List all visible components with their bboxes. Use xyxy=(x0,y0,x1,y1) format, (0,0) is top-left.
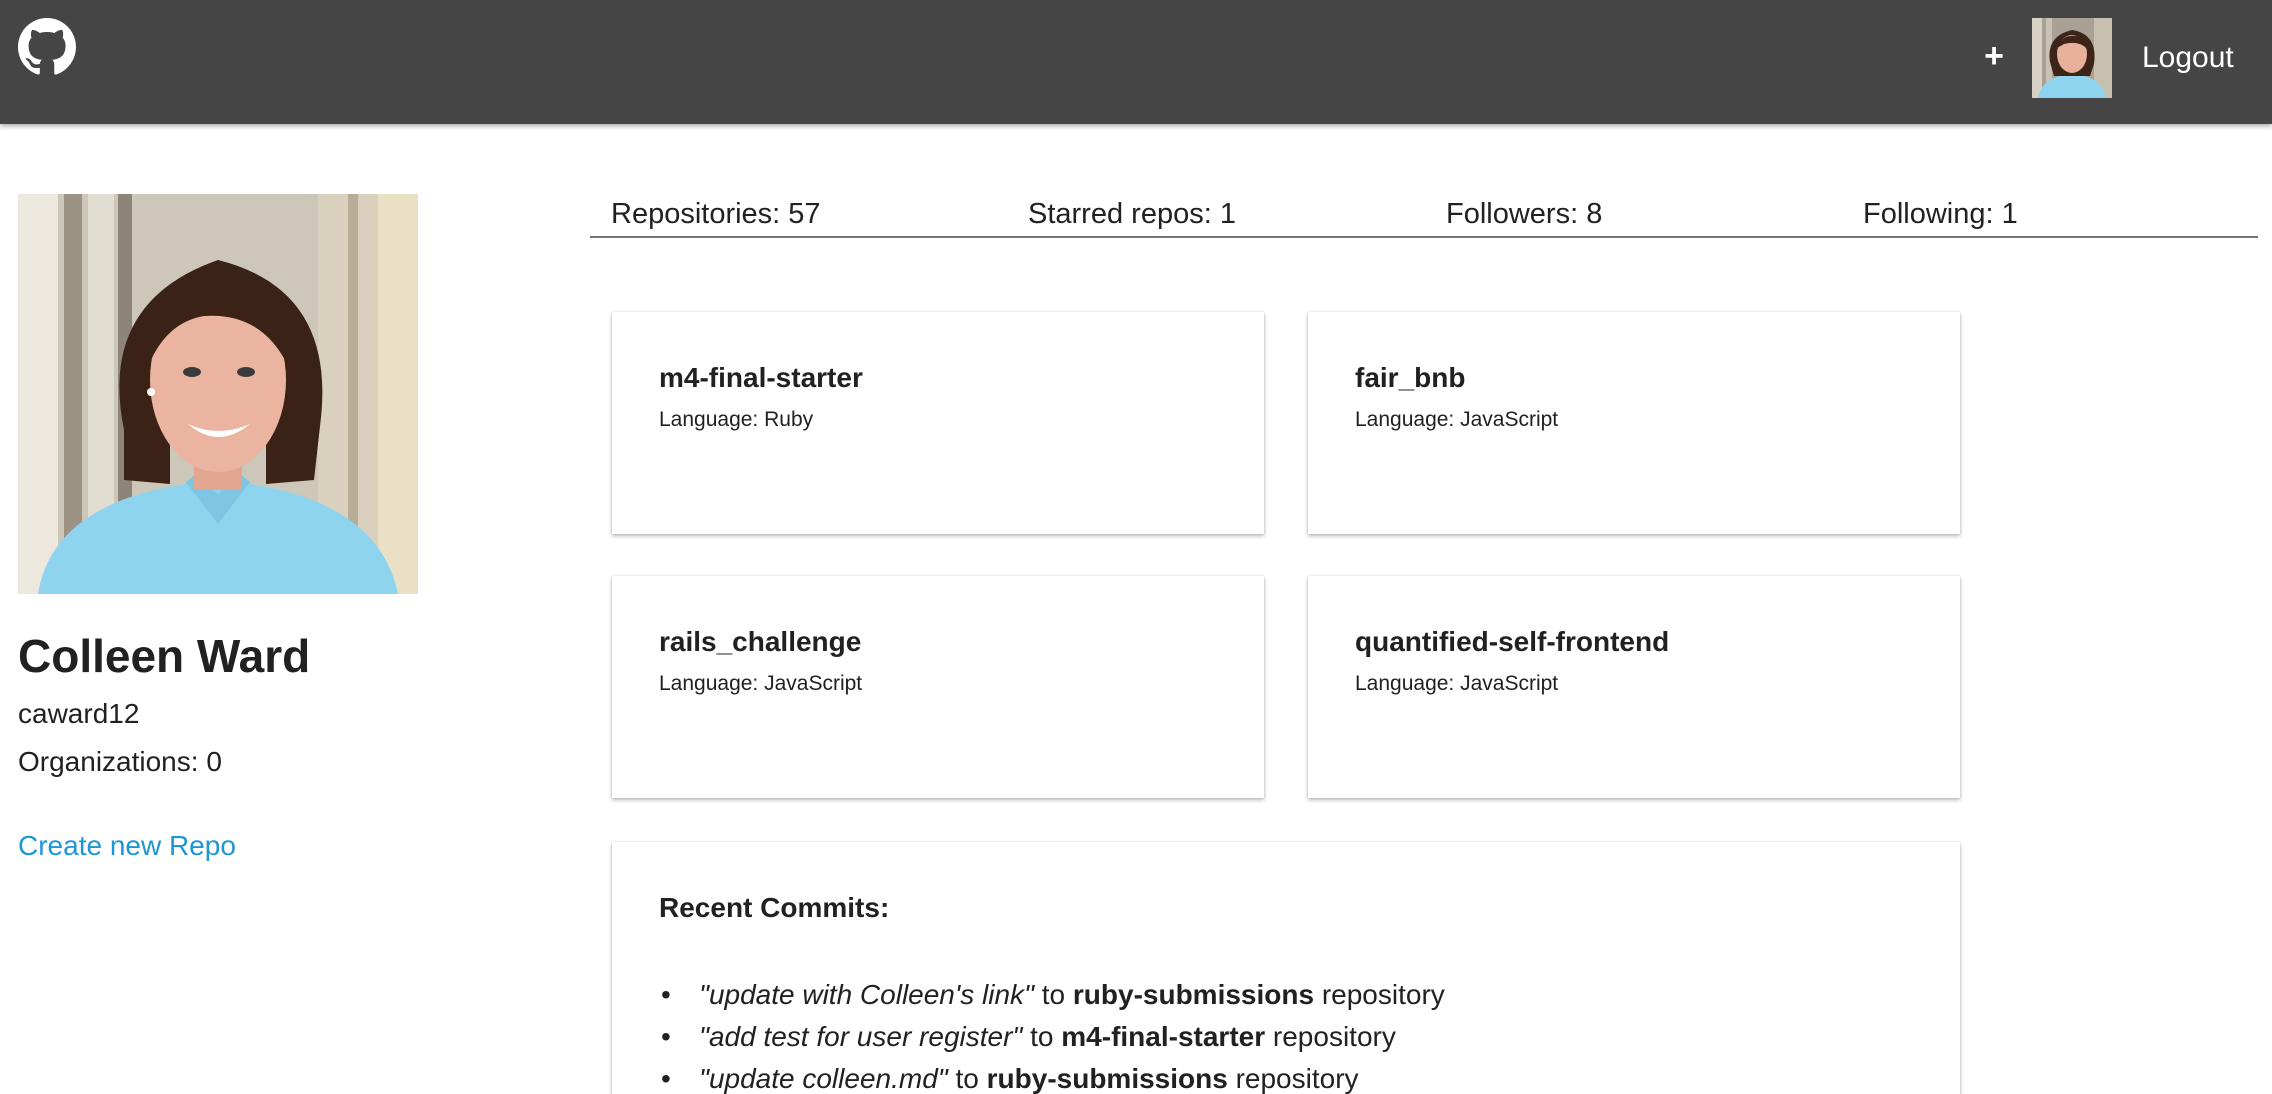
starred-repos-count[interactable]: Starred repos: 1 xyxy=(1028,194,1236,234)
commit-message: "update with Colleen's link" xyxy=(699,979,1034,1010)
commit-repo: m4-final-starter xyxy=(1061,1021,1266,1052)
create-repo-link[interactable]: Create new Repo xyxy=(18,828,236,864)
repo-language: Language: JavaScript xyxy=(1355,672,1559,695)
repositories-count[interactable]: Repositories: 57 xyxy=(611,194,821,234)
stats-bar: Repositories: 57 Starred repos: 1 Follow… xyxy=(590,194,2258,238)
following-count[interactable]: Following: 1 xyxy=(1863,194,2018,234)
repo-card[interactable]: rails_challenge Language: JavaScript xyxy=(612,576,1264,798)
repo-name: fair_bnb xyxy=(1355,362,1466,393)
commit-repo: ruby-submissions xyxy=(986,1063,1228,1094)
repo-language: Language: JavaScript xyxy=(659,672,863,695)
github-octocat-icon[interactable] xyxy=(18,18,76,76)
recent-commits-card: Recent Commits: • "update with Colleen's … xyxy=(612,842,1960,1094)
add-new-button[interactable]: + xyxy=(1982,36,2006,76)
repo-card[interactable]: m4-final-starter Language: Ruby xyxy=(612,312,1264,534)
commit-connector: to xyxy=(947,1063,987,1094)
logout-link[interactable]: Logout xyxy=(2142,38,2234,78)
commit-connector: to xyxy=(1033,979,1073,1010)
commit-suffix: repository xyxy=(1314,979,1445,1010)
repo-name: quantified-self-frontend xyxy=(1355,626,1670,657)
repo-card[interactable]: quantified-self-frontend Language: JavaS… xyxy=(1308,576,1960,798)
commit-suffix: repository xyxy=(1227,1063,1359,1094)
commit-suffix: repository xyxy=(1265,1021,1396,1052)
top-navbar: + Logout xyxy=(0,0,2272,124)
commit-list: • "update with Colleen's link" to ruby-su… xyxy=(659,974,1919,1094)
followers-count[interactable]: Followers: 8 xyxy=(1446,194,1602,234)
organizations-count: Organizations: 0 xyxy=(18,746,222,777)
commit-repo: ruby-submissions xyxy=(1072,979,1315,1010)
repo-language: Language: Ruby xyxy=(659,408,814,431)
repo-language: Language: JavaScript xyxy=(1355,408,1559,431)
commit-item: • "update colleen.md" to ruby-submissions… xyxy=(659,1058,1919,1094)
commit-message: "add test for user register" xyxy=(699,1021,1023,1052)
bullet-icon: • xyxy=(661,1063,671,1094)
repo-name: rails_challenge xyxy=(659,626,862,657)
commit-message: "update colleen.md" xyxy=(699,1063,948,1094)
bullet-icon: • xyxy=(661,979,671,1010)
commit-item: • "update with Colleen's link" to ruby-su… xyxy=(659,974,1919,1016)
profile-name: Colleen Ward xyxy=(18,630,311,682)
repo-name: m4-final-starter xyxy=(659,362,863,393)
repo-card[interactable]: fair_bnb Language: JavaScript xyxy=(1308,312,1960,534)
user-avatar-icon[interactable] xyxy=(2032,18,2112,98)
commit-connector: to xyxy=(1022,1021,1062,1052)
recent-commits-title: Recent Commits: xyxy=(659,892,890,923)
profile-photo xyxy=(18,194,418,594)
bullet-icon: • xyxy=(661,1021,671,1052)
profile-username: caward12 xyxy=(18,698,140,729)
commit-item: • "add test for user register" to m4-fina… xyxy=(659,1016,1919,1058)
